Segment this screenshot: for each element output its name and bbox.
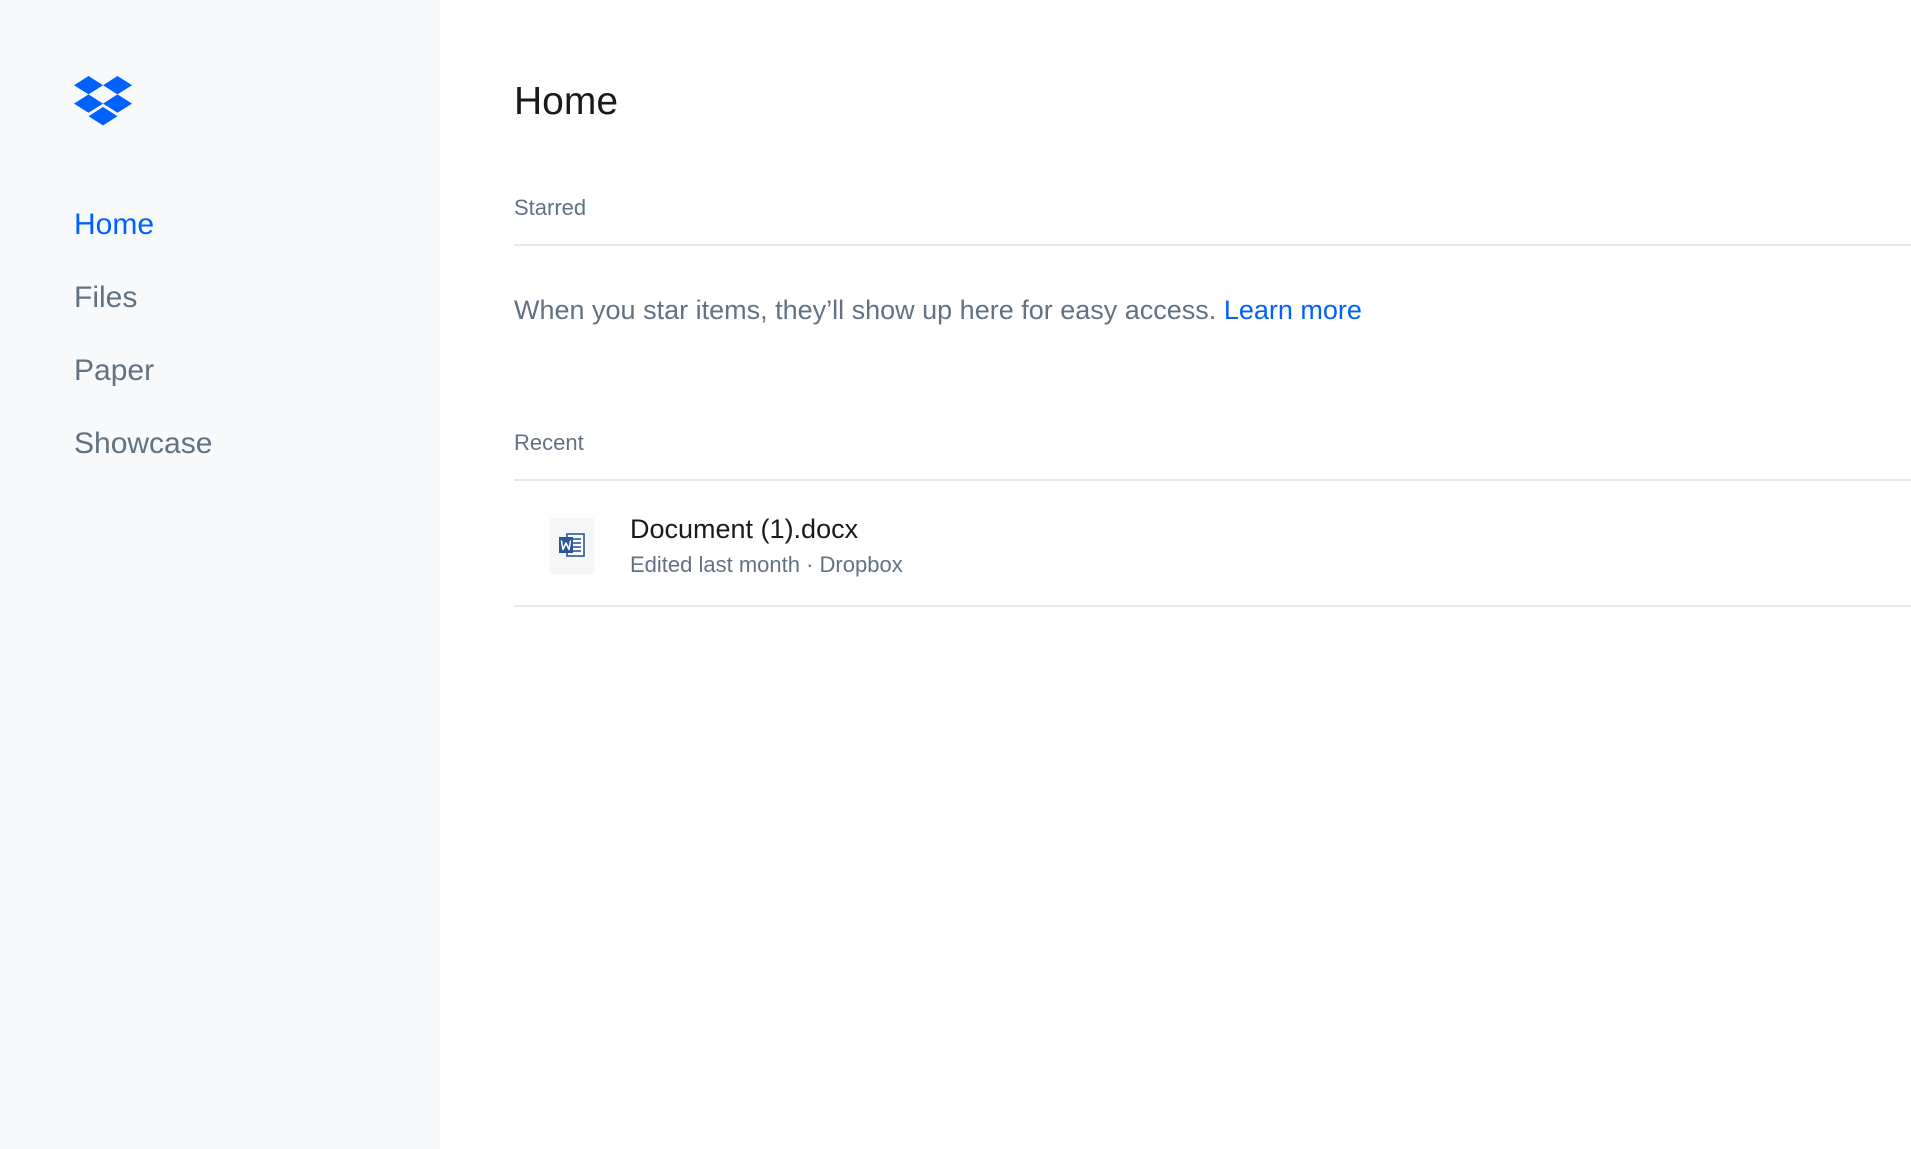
sidebar-item-paper[interactable]: Paper <box>74 334 212 407</box>
starred-empty-text: When you star items, they’ll show up her… <box>514 295 1217 325</box>
sidebar-item-showcase[interactable]: Showcase <box>74 407 212 480</box>
learn-more-link[interactable]: Learn more <box>1224 295 1362 325</box>
sidebar-nav: Home Files Paper Showcase <box>74 188 212 480</box>
page-title: Home <box>514 80 619 123</box>
starred-divider <box>514 244 1911 246</box>
app-window: Home Files Paper Showcase Home Starred W… <box>0 0 1911 1149</box>
file-location: Dropbox <box>819 552 903 577</box>
file-meta-separator: · <box>799 552 820 577</box>
main-content: Home Starred When you star items, they’l… <box>514 0 1911 1149</box>
starred-section-label: Starred <box>514 195 587 220</box>
sidebar: Home Files Paper Showcase <box>0 0 440 1149</box>
recent-bottom-divider <box>514 605 1911 607</box>
word-document-icon <box>550 518 594 573</box>
recent-file-row[interactable]: Document (1).docx Edited last month · Dr… <box>514 489 1911 605</box>
dropbox-logo-icon[interactable] <box>74 76 132 126</box>
file-edited: Edited last month <box>630 552 800 577</box>
sidebar-item-home[interactable]: Home <box>74 188 212 261</box>
recent-divider <box>514 479 1911 481</box>
file-meta: Edited last month · Dropbox <box>630 550 903 580</box>
recent-section-label: Recent <box>514 430 584 455</box>
sidebar-item-files[interactable]: Files <box>74 261 212 334</box>
file-name: Document (1).docx <box>630 514 859 544</box>
starred-empty-message: When you star items, they’ll show up her… <box>514 292 1362 328</box>
